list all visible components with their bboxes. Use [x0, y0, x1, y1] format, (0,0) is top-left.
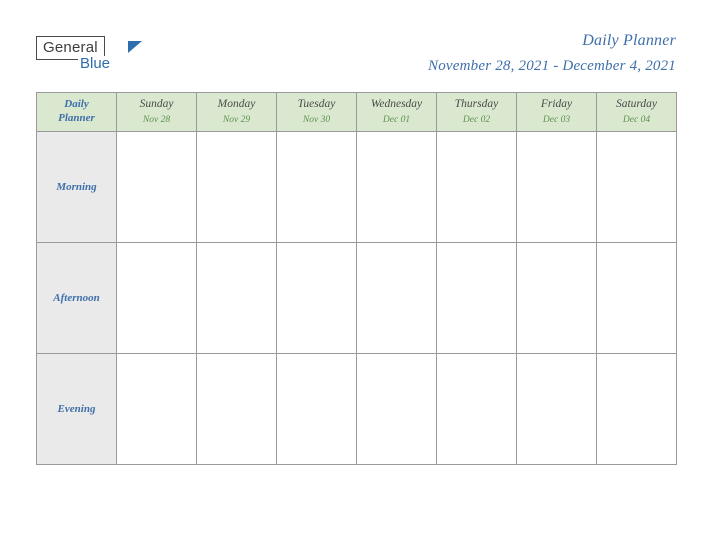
- day-date: Dec 04: [622, 115, 651, 126]
- table-row-afternoon: Afternoon: [36, 242, 677, 354]
- day-date: Nov 29: [222, 115, 251, 126]
- cell-evening-wednesday[interactable]: [356, 353, 437, 465]
- general-blue-logo: General Blue: [36, 36, 142, 78]
- table-header-row: Daily Planner Sunday Nov 28 Monday Nov 2…: [36, 92, 677, 132]
- cell-evening-monday[interactable]: [196, 353, 277, 465]
- cell-afternoon-monday[interactable]: [196, 242, 277, 354]
- logo-word-blue: Blue: [78, 55, 113, 72]
- page-header: General Blue Daily Planner November 28, …: [0, 0, 712, 88]
- cell-afternoon-thursday[interactable]: [436, 242, 517, 354]
- header-day-saturday: Saturday Dec 04: [596, 92, 677, 132]
- cell-morning-wednesday[interactable]: [356, 131, 437, 243]
- cell-evening-saturday[interactable]: [596, 353, 677, 465]
- header-day-tuesday: Tuesday Nov 30: [276, 92, 357, 132]
- corner-label-line1: Daily: [64, 98, 89, 111]
- cell-morning-monday[interactable]: [196, 131, 277, 243]
- header-day-wednesday: Wednesday Dec 01: [356, 92, 437, 132]
- header-corner: Daily Planner: [36, 92, 117, 132]
- header-day-thursday: Thursday Dec 02: [436, 92, 517, 132]
- header-day-monday: Monday Nov 29: [196, 92, 277, 132]
- table-row-morning: Morning: [36, 131, 677, 243]
- row-label-morning: Morning: [36, 131, 117, 243]
- planner-table: Daily Planner Sunday Nov 28 Monday Nov 2…: [36, 92, 677, 465]
- cell-evening-sunday[interactable]: [116, 353, 197, 465]
- cell-evening-thursday[interactable]: [436, 353, 517, 465]
- day-name: Tuesday: [297, 98, 336, 111]
- cell-evening-tuesday[interactable]: [276, 353, 357, 465]
- day-date: Nov 30: [302, 115, 331, 126]
- row-label-afternoon: Afternoon: [36, 242, 117, 354]
- day-name: Sunday: [139, 98, 174, 111]
- title-block: Daily Planner November 28, 2021 - Decemb…: [428, 32, 676, 75]
- day-name: Friday: [540, 98, 573, 111]
- cell-morning-thursday[interactable]: [436, 131, 517, 243]
- day-date: Dec 03: [542, 115, 571, 126]
- cell-evening-friday[interactable]: [516, 353, 597, 465]
- page-title: Daily Planner: [582, 32, 676, 49]
- header-day-friday: Friday Dec 03: [516, 92, 597, 132]
- cell-afternoon-wednesday[interactable]: [356, 242, 437, 354]
- day-name: Wednesday: [370, 98, 423, 111]
- row-label-evening: Evening: [36, 353, 117, 465]
- date-range: November 28, 2021 - December 4, 2021: [428, 58, 676, 74]
- cell-morning-friday[interactable]: [516, 131, 597, 243]
- cell-afternoon-saturday[interactable]: [596, 242, 677, 354]
- day-date: Dec 01: [382, 115, 411, 126]
- header-day-sunday: Sunday Nov 28: [116, 92, 197, 132]
- cell-morning-saturday[interactable]: [596, 131, 677, 243]
- cell-morning-tuesday[interactable]: [276, 131, 357, 243]
- corner-label-line2: Planner: [58, 112, 95, 124]
- day-name: Saturday: [615, 98, 658, 111]
- day-name: Thursday: [454, 98, 499, 111]
- cell-afternoon-sunday[interactable]: [116, 242, 197, 354]
- cell-afternoon-tuesday[interactable]: [276, 242, 357, 354]
- day-date: Nov 28: [142, 115, 171, 126]
- cell-morning-sunday[interactable]: [116, 131, 197, 243]
- day-date: Dec 02: [462, 115, 491, 126]
- day-name: Monday: [217, 98, 256, 111]
- cell-afternoon-friday[interactable]: [516, 242, 597, 354]
- planner-page: General Blue Daily Planner November 28, …: [0, 0, 712, 550]
- flag-icon: [128, 41, 142, 53]
- table-row-evening: Evening: [36, 353, 677, 465]
